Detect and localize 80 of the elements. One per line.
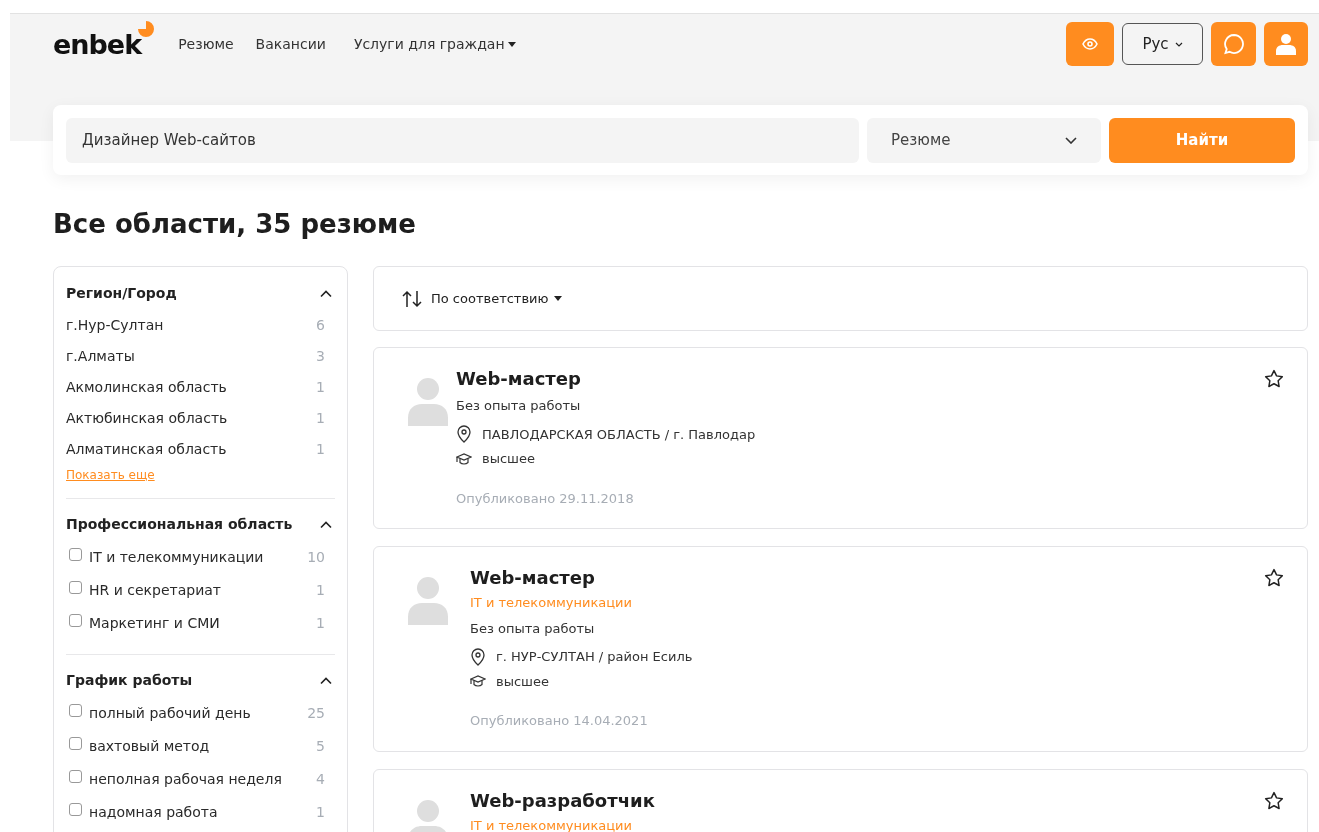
education-text: высшее xyxy=(496,672,549,691)
chevron-down-icon xyxy=(1065,136,1077,144)
filter-option[interactable]: Акмолинская область xyxy=(66,377,227,398)
published-date: Опубликовано 29.11.2018 xyxy=(456,489,635,508)
category-text: IT и телекоммуникации xyxy=(470,816,633,832)
checkbox[interactable] xyxy=(69,704,82,717)
filter-option[interactable]: HR и секретариат xyxy=(89,580,221,601)
star-icon[interactable] xyxy=(1263,567,1285,589)
option-count: 1 xyxy=(316,440,325,459)
resume-title[interactable]: Web-мастер xyxy=(456,368,1263,390)
option-count: 1 xyxy=(316,581,325,600)
eye-icon xyxy=(1082,38,1098,50)
avatar-silhouette-icon xyxy=(407,575,449,625)
logo[interactable]: enbek xyxy=(53,30,142,58)
profile-button[interactable] xyxy=(1264,22,1308,66)
nav-link[interactable]: Резюме xyxy=(178,33,234,55)
chevron-down-icon xyxy=(1174,41,1183,47)
filter-option[interactable]: IT и телекоммуникации xyxy=(89,547,264,568)
sort-dropdown[interactable]: По соответствию xyxy=(431,288,562,309)
option-count: 1 xyxy=(316,803,325,822)
nav-link[interactable]: Вакансии xyxy=(255,33,326,55)
graduation-cap-icon xyxy=(470,674,486,689)
option-count: 4 xyxy=(316,770,325,789)
graduation-cap-icon xyxy=(456,451,472,466)
filter-option[interactable]: полный рабочий день xyxy=(89,703,251,724)
published-date: Опубликовано 14.04.2021 xyxy=(470,712,649,730)
category-select[interactable]: Резюме xyxy=(867,117,1101,163)
resume-title[interactable]: Web-мастер xyxy=(470,567,1263,589)
nav-link[interactable]: Услуги для граждан xyxy=(353,33,516,55)
search-field[interactable]: Дизайнер Web-сайтов xyxy=(66,117,859,163)
caret-icon xyxy=(553,296,562,301)
language-select[interactable]: Рус xyxy=(1122,23,1203,65)
caret-icon xyxy=(507,41,516,47)
filter-option[interactable]: Маркетинг и СМИ xyxy=(89,613,220,634)
filter-option[interactable]: г.Алматы xyxy=(66,346,135,367)
results-heading: Все области, 35 резюме xyxy=(53,208,417,241)
checkbox[interactable] xyxy=(69,737,82,750)
star-icon[interactable] xyxy=(1263,368,1285,390)
accessibility-button[interactable] xyxy=(1066,22,1114,66)
option-count: 25 xyxy=(307,704,325,723)
filter-heading[interactable]: Регион/Город xyxy=(66,283,177,304)
star-icon[interactable] xyxy=(1263,789,1285,812)
filter-option[interactable]: Актюбинская область xyxy=(66,408,228,429)
filter-option[interactable]: г.Нур-Султан xyxy=(66,315,164,336)
experience-text: Без опыта работы xyxy=(456,397,582,415)
chat-button[interactable] xyxy=(1211,22,1256,66)
option-count: 6 xyxy=(316,316,325,335)
speech-bubble-icon xyxy=(1222,33,1245,55)
filter-heading[interactable]: Профессиональная область xyxy=(66,514,293,535)
option-count: 1 xyxy=(316,378,325,397)
checkbox[interactable] xyxy=(69,770,82,783)
option-count: 3 xyxy=(316,347,325,366)
experience-text: Без опыта работы xyxy=(470,619,596,638)
resume-title[interactable]: Web-разработчик xyxy=(470,789,1263,812)
checkbox[interactable] xyxy=(69,614,82,627)
user-icon xyxy=(1276,33,1296,55)
category-text: IT и телекоммуникации xyxy=(470,594,633,612)
resume-card[interactable]: Web-разработчик IT и телекоммуникации xyxy=(373,768,1308,832)
location-pin-icon xyxy=(456,425,472,444)
filter-option[interactable]: Алматинская область xyxy=(66,439,227,460)
avatar-silhouette-icon xyxy=(407,376,449,426)
filter-heading[interactable]: График работы xyxy=(66,670,193,691)
filter-option[interactable]: вахтовый метод xyxy=(89,736,210,757)
checkbox[interactable] xyxy=(69,548,82,561)
checkbox[interactable] xyxy=(69,803,82,816)
avatar-silhouette-icon xyxy=(407,797,449,832)
filter-option[interactable]: неполная рабочая неделя xyxy=(89,769,282,790)
filter-option[interactable]: надомная работа xyxy=(89,802,218,823)
resume-card[interactable]: Web-мастер IT и телекоммуникации Без опыта работы г. НУР-СУЛТАН / район Есиль высшее Опубликовано 14.04.2021 xyxy=(373,546,1308,752)
education-text: высшее xyxy=(482,450,535,468)
location-text: г. НУР-СУЛТАН / район Есиль xyxy=(496,648,693,666)
checkbox[interactable] xyxy=(69,581,82,594)
location-pin-icon xyxy=(470,647,486,666)
resume-card[interactable]: Web-мастер Без опыта работы ПАВЛОДАРСКАЯ ОБЛАСТЬ / г. Павлодар высшее Опубликовано 29.11.2018 xyxy=(373,347,1308,529)
option-count: 1 xyxy=(316,409,325,428)
sort-arrows-icon xyxy=(402,289,422,308)
option-count: 5 xyxy=(316,737,325,756)
location-text: ПАВЛОДАРСКАЯ ОБЛАСТЬ / г. Павлодар xyxy=(482,425,756,444)
option-count: 10 xyxy=(307,548,325,567)
option-count: 1 xyxy=(316,614,325,633)
